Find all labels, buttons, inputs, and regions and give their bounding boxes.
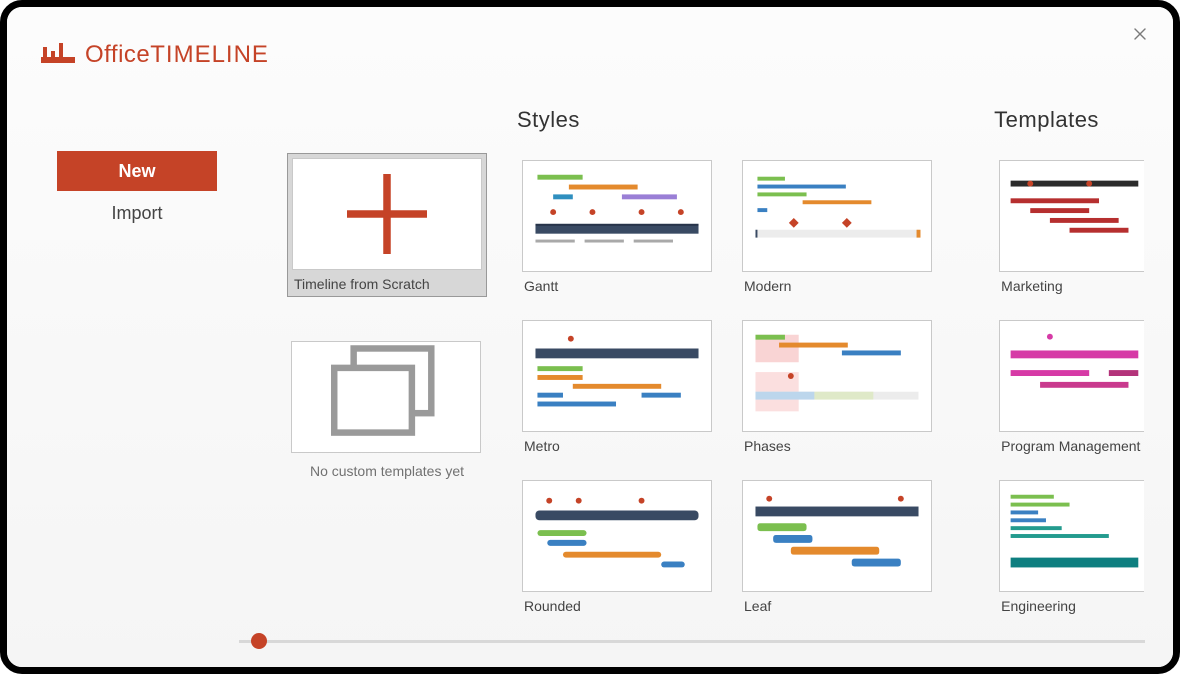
empty-label: No custom templates yet: [291, 463, 483, 479]
style-card-rounded[interactable]: Rounded: [517, 475, 717, 619]
card-label: Rounded: [522, 598, 712, 614]
styles-title: Styles: [517, 107, 954, 133]
style-thumb: [522, 320, 712, 432]
logo-text: OfficeTIMELINE: [85, 41, 269, 69]
style-card-metro[interactable]: Metro: [517, 315, 717, 459]
styles-column: Styles: [517, 107, 954, 623]
style-thumb: [522, 160, 712, 272]
progress-handle[interactable]: [251, 633, 267, 649]
card-no-custom-templates: No custom templates yet: [287, 337, 487, 483]
card-label: Gantt: [522, 278, 712, 294]
style-thumb: [742, 480, 932, 592]
close-icon: [1134, 28, 1146, 40]
card-label: Modern: [742, 278, 932, 294]
logo-icon: [41, 37, 75, 72]
card-label: Timeline from Scratch: [292, 276, 482, 292]
sidebar: New Import: [7, 103, 237, 623]
card-label: Metro: [522, 438, 712, 454]
templates-grid: Marketing: [994, 155, 1173, 619]
card-label: Phases: [742, 438, 932, 454]
scratch-thumbnail: [292, 158, 482, 270]
style-card-gantt[interactable]: Gantt: [517, 155, 717, 299]
empty-thumbnail: [291, 341, 481, 453]
sidebar-item-label: New: [118, 161, 155, 182]
sidebar-item-new[interactable]: New: [57, 151, 217, 191]
scratch-column: Timeline from Scratch No custom template…: [237, 107, 477, 623]
main-area: Timeline from Scratch No custom template…: [237, 103, 1173, 623]
card-timeline-from-scratch[interactable]: Timeline from Scratch: [287, 153, 487, 297]
close-button[interactable]: [1127, 21, 1153, 47]
card-label: Program Management: [999, 438, 1139, 454]
style-thumb: [742, 320, 932, 432]
app-logo: OfficeTIMELINE: [41, 37, 269, 72]
progress-slider[interactable]: [239, 635, 1145, 647]
card-label: Engineering: [999, 598, 1139, 614]
style-thumb: [742, 160, 932, 272]
card-label: Marketing: [999, 278, 1139, 294]
template-card-engineering[interactable]: Engineering: [994, 475, 1144, 619]
style-thumb: [522, 480, 712, 592]
plus-icon: [293, 159, 481, 269]
style-card-modern[interactable]: Modern: [737, 155, 937, 299]
style-card-phases[interactable]: Phases: [737, 315, 937, 459]
styles-grid: Gantt: [517, 155, 954, 619]
progress-track-line: [239, 640, 1145, 643]
template-thumb: [999, 480, 1144, 592]
style-card-leaf[interactable]: Leaf: [737, 475, 937, 619]
stack-icon: [292, 342, 480, 452]
templates-column: Templates: [994, 107, 1173, 623]
templates-title: Templates: [994, 107, 1173, 133]
template-card-marketing[interactable]: Marketing: [994, 155, 1144, 299]
template-thumb: [999, 160, 1144, 272]
card-label: Leaf: [742, 598, 932, 614]
sidebar-item-label: Import: [111, 203, 162, 224]
sidebar-item-import[interactable]: Import: [57, 193, 217, 233]
template-thumb: [999, 320, 1144, 432]
template-card-program-management[interactable]: Program Management: [994, 315, 1144, 459]
